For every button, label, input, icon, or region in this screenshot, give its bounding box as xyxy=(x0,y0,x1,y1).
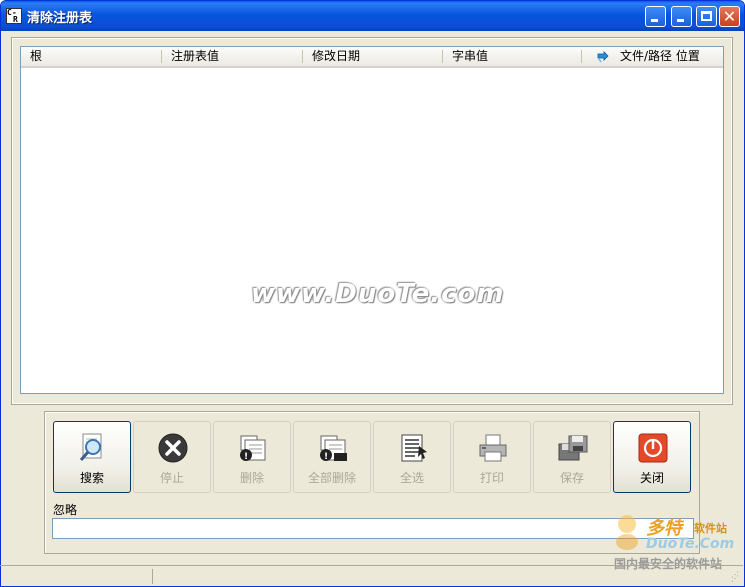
printer-icon xyxy=(479,434,507,462)
svg-text:!: ! xyxy=(244,452,248,462)
close-window-button[interactable]: ✕ xyxy=(719,6,740,27)
close-icon: ✕ xyxy=(722,7,737,26)
save-floppy-icon xyxy=(558,435,588,461)
column-header-file-path-location[interactable]: 文件/路径 位置 xyxy=(582,47,723,66)
print-button[interactable]: 打印 xyxy=(453,421,531,493)
app-icon[interactable]: C- R xyxy=(6,8,22,24)
column-header-modified-date[interactable]: 修改日期 xyxy=(303,47,443,66)
resize-grip-icon[interactable]: ⋰ ⋰ xyxy=(731,571,739,583)
select-all-button[interactable]: 全选 xyxy=(373,421,451,493)
delete-all-icon: ! xyxy=(320,435,347,462)
minimize-icon xyxy=(677,19,684,22)
close-button[interactable]: 关闭 xyxy=(613,421,691,493)
power-close-icon xyxy=(638,433,668,463)
listview-header: 根 注册表值 修改日期 字串值 文件/路径 位置 xyxy=(21,47,723,68)
search-button-label: 搜索 xyxy=(79,471,104,485)
ignore-input[interactable] xyxy=(52,518,694,539)
search-button[interactable]: 搜索 xyxy=(53,421,131,493)
watermark: www.DuoTe.com xyxy=(251,279,505,309)
delete-document-icon: ! xyxy=(240,435,266,462)
duote-logo: 多特 软件站 DuoTe.Com 国内最安全的软件站 xyxy=(612,512,742,572)
logo-text-small: 软件站 xyxy=(694,522,727,535)
status-bar xyxy=(0,565,743,586)
ignore-label: 忽略 xyxy=(53,503,78,517)
column-header-file-path-label: 文件/路径 位置 xyxy=(620,49,700,63)
mascot-icon xyxy=(616,515,638,550)
stop-button[interactable]: 停止 xyxy=(133,421,211,493)
delete-all-button-label: 全部删除 xyxy=(307,471,356,485)
status-pane-divider xyxy=(152,569,154,584)
stop-x-icon xyxy=(158,433,188,463)
delete-button-label: 删除 xyxy=(239,471,264,485)
minimize-button[interactable] xyxy=(671,6,692,27)
maximize-icon xyxy=(701,11,712,21)
column-header-root[interactable]: 根 xyxy=(21,47,161,66)
save-button[interactable]: 保存 xyxy=(533,421,611,493)
print-button-label: 打印 xyxy=(479,471,504,485)
delete-button[interactable]: ! 删除 xyxy=(213,421,291,493)
title-bar[interactable]: C- R 清除注册表 ✕ xyxy=(1,1,744,31)
delete-all-button[interactable]: ! 全部删除 xyxy=(293,421,371,493)
maximize-button[interactable] xyxy=(696,6,717,27)
app-icon-text-bottom: R xyxy=(13,15,18,24)
close-button-label: 关闭 xyxy=(639,471,664,485)
window-title: 清除注册表 xyxy=(27,11,93,26)
select-all-icon xyxy=(401,434,427,462)
sort-arrow-icon xyxy=(597,50,609,62)
stop-button-label: 停止 xyxy=(159,471,184,485)
save-button-label: 保存 xyxy=(559,471,584,485)
select-all-button-label: 全选 xyxy=(399,471,424,485)
column-header-registry-value[interactable]: 注册表值 xyxy=(162,47,302,66)
logo-brand: DuoTe.Com xyxy=(646,536,735,552)
results-listview[interactable]: 根 注册表值 修改日期 字串值 文件/路径 位置 www.DuoTe.com xyxy=(20,46,724,394)
magnifier-document-icon xyxy=(79,433,102,461)
column-header-string-value[interactable]: 字串值 xyxy=(443,47,581,66)
minimize-icon xyxy=(651,19,658,22)
minimize-to-tray-button[interactable] xyxy=(645,6,666,27)
svg-text:!: ! xyxy=(324,452,328,462)
